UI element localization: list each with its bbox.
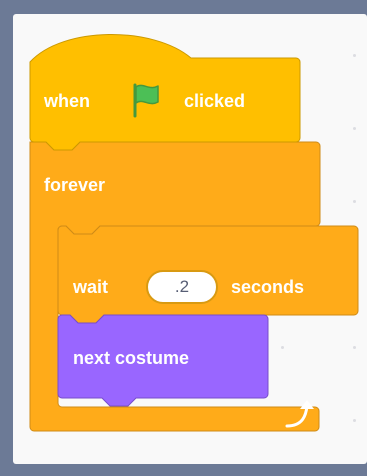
seconds-label: seconds: [231, 277, 305, 297]
forever-label: forever: [44, 175, 106, 195]
when-label: when: [44, 91, 91, 111]
next-costume-label: next costume: [73, 348, 190, 368]
script-stack: [29, 34, 359, 432]
wait-label: wait: [73, 277, 109, 297]
clicked-label: clicked: [184, 91, 246, 111]
scripts-workspace[interactable]: when clicked forever wait .2 seconds nex…: [13, 14, 367, 464]
wait-duration-input[interactable]: .2: [146, 270, 218, 304]
